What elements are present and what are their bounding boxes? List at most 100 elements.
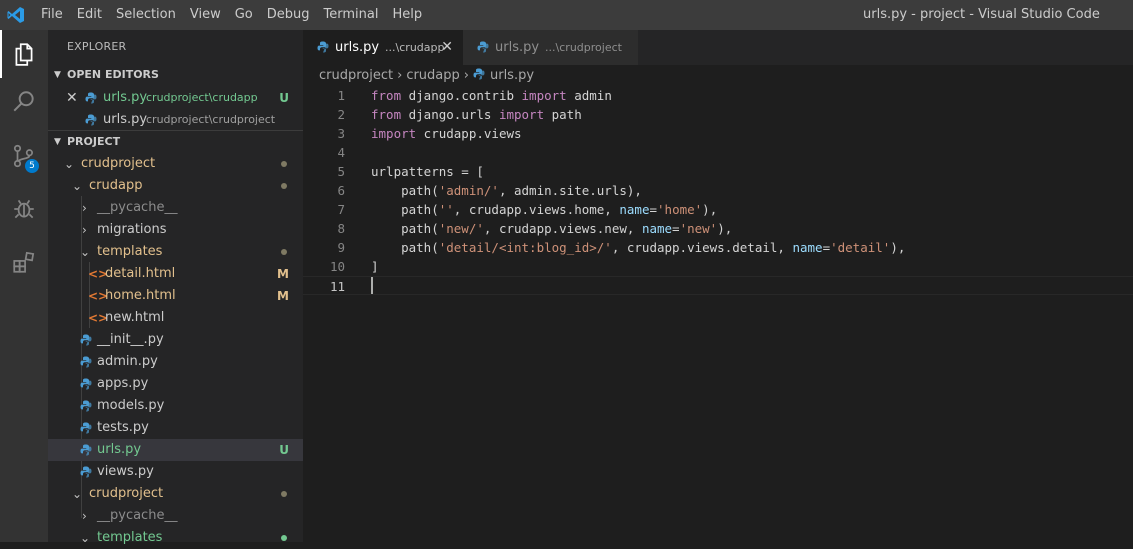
tree-folder[interactable]: › __pycache__ — [48, 197, 303, 219]
code-editor[interactable]: 1 from django.contrib import admin 2 from d… — [303, 86, 1133, 542]
code-text: urlpatterns = [ — [371, 164, 484, 179]
menu-file[interactable]: File — [34, 0, 70, 30]
chevron-right-icon: › — [463, 68, 469, 83]
code-text: import crudapp.views — [371, 126, 522, 141]
string-token: 'new/' — [438, 221, 484, 236]
source-control-badge: 5 — [25, 159, 39, 173]
modified-badge: M — [277, 267, 289, 281]
tree-file[interactable]: <> detail.html M — [48, 263, 303, 285]
modified-dot — [281, 183, 287, 189]
untracked-dot — [281, 535, 287, 541]
tree-folder[interactable]: › migrations — [48, 219, 303, 241]
breadcrumb-item[interactable]: crudapp — [406, 68, 459, 83]
search-icon — [13, 91, 34, 112]
string-token: '' — [438, 202, 454, 217]
parameter-token: name — [619, 202, 650, 217]
line-number: 1 — [337, 88, 345, 103]
open-editor-path: crudproject\crudproject — [146, 113, 276, 126]
tree-file[interactable]: <> new.html — [48, 307, 303, 329]
open-editors-header[interactable]: ▼ OPEN EDITORS — [48, 64, 303, 86]
breadcrumb-item[interactable]: urls.py — [490, 68, 534, 83]
keyword-token: from — [371, 88, 402, 103]
code-line[interactable]: 3 import crudapp.views — [303, 124, 1133, 143]
menu-view[interactable]: View — [183, 0, 228, 30]
code-line[interactable]: 2 from django.urls import path — [303, 105, 1133, 124]
code-line[interactable]: 1 from django.contrib import admin — [303, 86, 1133, 105]
open-editor-item[interactable]: urls.py crudproject\crudproject — [48, 109, 303, 131]
code-text: from django.contrib import admin — [371, 88, 612, 103]
tree-folder[interactable]: ⌄ templates — [48, 527, 303, 549]
string-token: 'new' — [679, 221, 718, 236]
activity-explorer[interactable] — [0, 30, 48, 78]
menu-debug[interactable]: Debug — [260, 0, 317, 30]
close-icon[interactable]: ✕ — [441, 30, 453, 65]
keyword-token: import — [521, 88, 567, 103]
code-text: ] — [371, 259, 379, 274]
string-token: 'detail/<int:blog_id>/' — [438, 240, 612, 255]
line-number: 2 — [337, 107, 345, 122]
menu-help[interactable]: Help — [385, 0, 429, 30]
string-token: 'admin/' — [438, 183, 499, 198]
chevron-down-icon: ⌄ — [80, 245, 91, 259]
tree-folder[interactable]: ⌄ crudapp — [48, 175, 303, 197]
line-number: 11 — [329, 279, 345, 294]
open-editor-filename: urls.py — [103, 90, 148, 105]
code-line[interactable]: 8 path('new/', crudapp.views.new, name='… — [303, 219, 1133, 238]
activity-source-control[interactable]: 5 — [0, 132, 48, 180]
open-editor-path: crudproject\crudapp — [146, 91, 258, 104]
code-line[interactable]: 10] — [303, 257, 1133, 276]
menu-go[interactable]: Go — [228, 0, 260, 30]
chevron-right-icon: › — [82, 201, 87, 215]
tab-urls-crudapp[interactable]: urls.py ...\crudapp ✕ — [303, 30, 463, 65]
line-number: 5 — [337, 164, 345, 179]
code-line[interactable]: 7 path('', crudapp.views.home, name='hom… — [303, 200, 1133, 219]
breadcrumb-item[interactable]: crudproject — [319, 68, 393, 83]
code-line[interactable]: 4 — [303, 143, 1133, 162]
tab-urls-crudproject[interactable]: urls.py ...\crudproject — [463, 30, 638, 65]
code-line[interactable]: 6 path('admin/', admin.site.urls), — [303, 181, 1133, 200]
python-file-icon — [80, 378, 92, 390]
string-token: 'detail' — [830, 240, 891, 255]
code-text: from django.urls import path — [371, 107, 582, 122]
code-line[interactable]: 11 — [303, 276, 1133, 295]
chevron-down-icon: ⌄ — [80, 531, 91, 545]
code-line[interactable]: 9 path('detail/<int:blog_id>/', crudapp.… — [303, 238, 1133, 257]
activity-debug[interactable] — [0, 185, 48, 233]
activity-extensions[interactable] — [0, 238, 48, 286]
tree-file[interactable]: <> home.html M — [48, 285, 303, 307]
tree-file[interactable]: apps.py — [48, 373, 303, 395]
modified-dot — [281, 249, 287, 255]
menu-terminal[interactable]: Terminal — [317, 0, 386, 30]
chevron-down-icon: ⌄ — [72, 487, 83, 501]
tree-folder[interactable]: › __pycache__ — [48, 505, 303, 527]
tree-file[interactable]: views.py — [48, 461, 303, 483]
tree-file[interactable]: models.py — [48, 395, 303, 417]
python-file-icon — [80, 466, 92, 478]
menu-selection[interactable]: Selection — [109, 0, 183, 30]
menu-edit[interactable]: Edit — [70, 0, 109, 30]
tree-folder[interactable]: ⌄ templates — [48, 241, 303, 263]
tab-label: urls.py ...\crudapp — [335, 40, 445, 55]
open-editor-item[interactable]: ✕ urls.py crudproject\crudapp U — [48, 87, 303, 109]
project-header[interactable]: ▼ PROJECT — [48, 130, 303, 153]
activity-bar: 5 — [0, 30, 48, 542]
activity-search[interactable] — [0, 78, 48, 126]
debug-icon — [14, 199, 34, 219]
code-line[interactable]: 5 urlpatterns = [ — [303, 162, 1133, 181]
tree-folder[interactable]: ⌄ crudproject — [48, 153, 303, 175]
code-text: path('admin/', admin.site.urls), — [371, 183, 642, 198]
keyword-token: import — [498, 107, 545, 122]
title-bar: File Edit Selection View Go Debug Termin… — [0, 0, 1133, 30]
tree-file[interactable]: tests.py — [48, 417, 303, 439]
tree-folder[interactable]: ⌄ crudproject — [48, 483, 303, 505]
tree-file[interactable]: admin.py — [48, 351, 303, 373]
line-number: 3 — [337, 126, 345, 141]
explorer-title: EXPLORER — [67, 40, 127, 53]
editor-tabs: urls.py ...\crudapp ✕ urls.py ...\crudproj… — [303, 30, 1133, 65]
parameter-token: name — [641, 221, 673, 236]
tree-file-selected[interactable]: urls.py U — [48, 439, 303, 461]
tree-file[interactable]: __init__.py — [48, 329, 303, 351]
close-icon[interactable]: ✕ — [66, 87, 78, 109]
line-number: 10 — [329, 259, 345, 274]
untracked-badge: U — [279, 91, 289, 105]
